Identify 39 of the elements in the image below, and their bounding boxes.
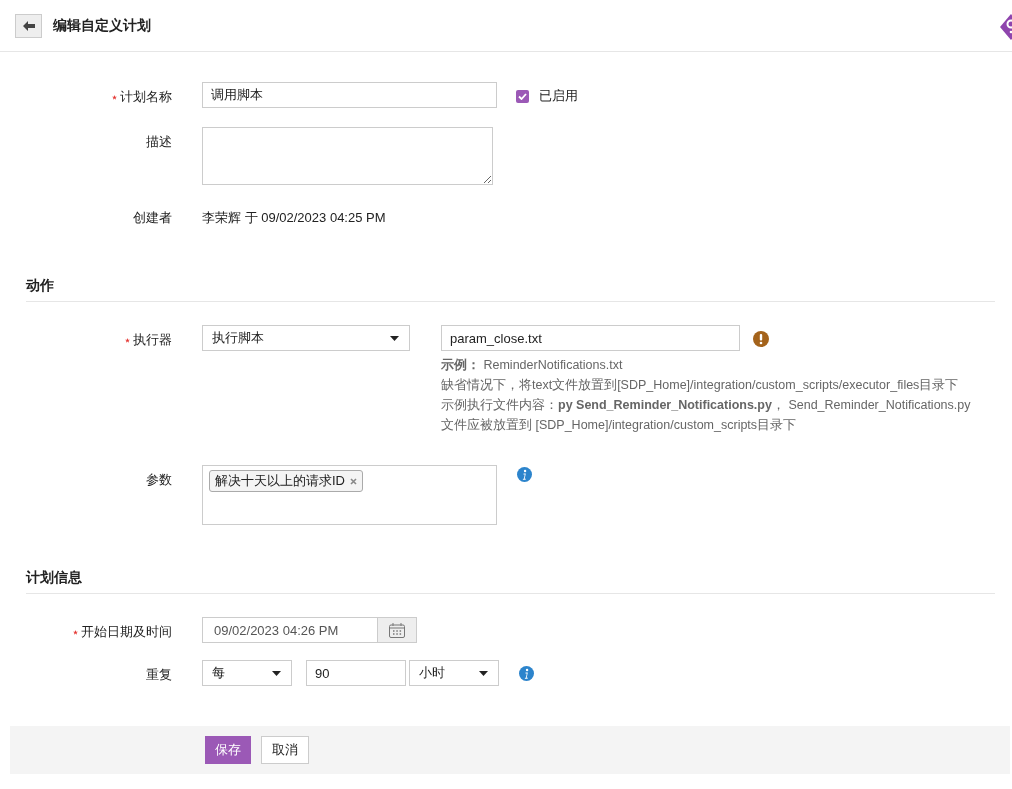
field-label: 重复: [146, 666, 172, 684]
remove-icon[interactable]: [350, 477, 357, 485]
info-icon[interactable]: [519, 666, 534, 681]
field-label: 开始日期及时间: [81, 623, 172, 641]
field-label: 描述: [146, 133, 172, 151]
caret-icon: [272, 670, 281, 676]
section-heading: 计划信息: [26, 569, 995, 594]
creator-text: 李荣辉 于 09/02/2023 04:25 PM: [202, 209, 386, 227]
unit-dropdown[interactable]: 小时: [409, 660, 499, 686]
back-button[interactable]: [15, 13, 42, 38]
description-field[interactable]: [202, 127, 493, 185]
field-label: 执行器: [133, 331, 172, 349]
calendar-button[interactable]: [378, 617, 417, 643]
back-arrow-icon: [22, 20, 35, 31]
interval-field[interactable]: 90: [306, 660, 406, 686]
caret-icon: [479, 670, 488, 676]
enabled-checkbox[interactable]: [516, 89, 529, 103]
executor-dropdown[interactable]: 执行脚本: [202, 325, 410, 351]
warning-icon: [753, 331, 769, 347]
enabled-label: 已启用: [539, 87, 578, 105]
field-label: 创建者: [133, 209, 172, 227]
plan-name-field[interactable]: 调用脚本: [202, 82, 497, 108]
hint-text: 示例执行文件内容：py Send_Reminder_Notifications.py， Send_Reminder_Notifications.py 文件应被放置到 [SDP_Home]/integration/custom_scripts目录下: [441, 397, 972, 434]
parameters-field[interactable]: 解决十天以上的请求ID: [202, 465, 497, 525]
parameter-tag[interactable]: 解决十天以上的请求ID: [209, 470, 363, 492]
caret-icon: [390, 335, 399, 341]
start-date-field[interactable]: 09/02/2023 04:26 PM: [202, 617, 378, 643]
info-icon[interactable]: [517, 467, 532, 482]
page-title: 编辑自定义计划: [53, 16, 151, 35]
field-label: 计划名称: [120, 88, 172, 106]
field-label: 参数: [146, 471, 172, 489]
calendar-icon: [389, 622, 405, 638]
file-name-field[interactable]: param_close.txt: [441, 325, 740, 351]
save-button[interactable]: 保存: [205, 736, 251, 764]
section-heading: 动作: [26, 277, 995, 302]
frequency-dropdown[interactable]: 每: [202, 660, 292, 686]
hint-text: 示例： ReminderNotifications.txt: [441, 357, 624, 374]
hint-text: 缺省情况下，将text文件放置到[SDP_Home]/integration/custom_scripts/executor_files目录下: [441, 377, 960, 394]
cancel-button[interactable]: 取消: [261, 736, 309, 764]
